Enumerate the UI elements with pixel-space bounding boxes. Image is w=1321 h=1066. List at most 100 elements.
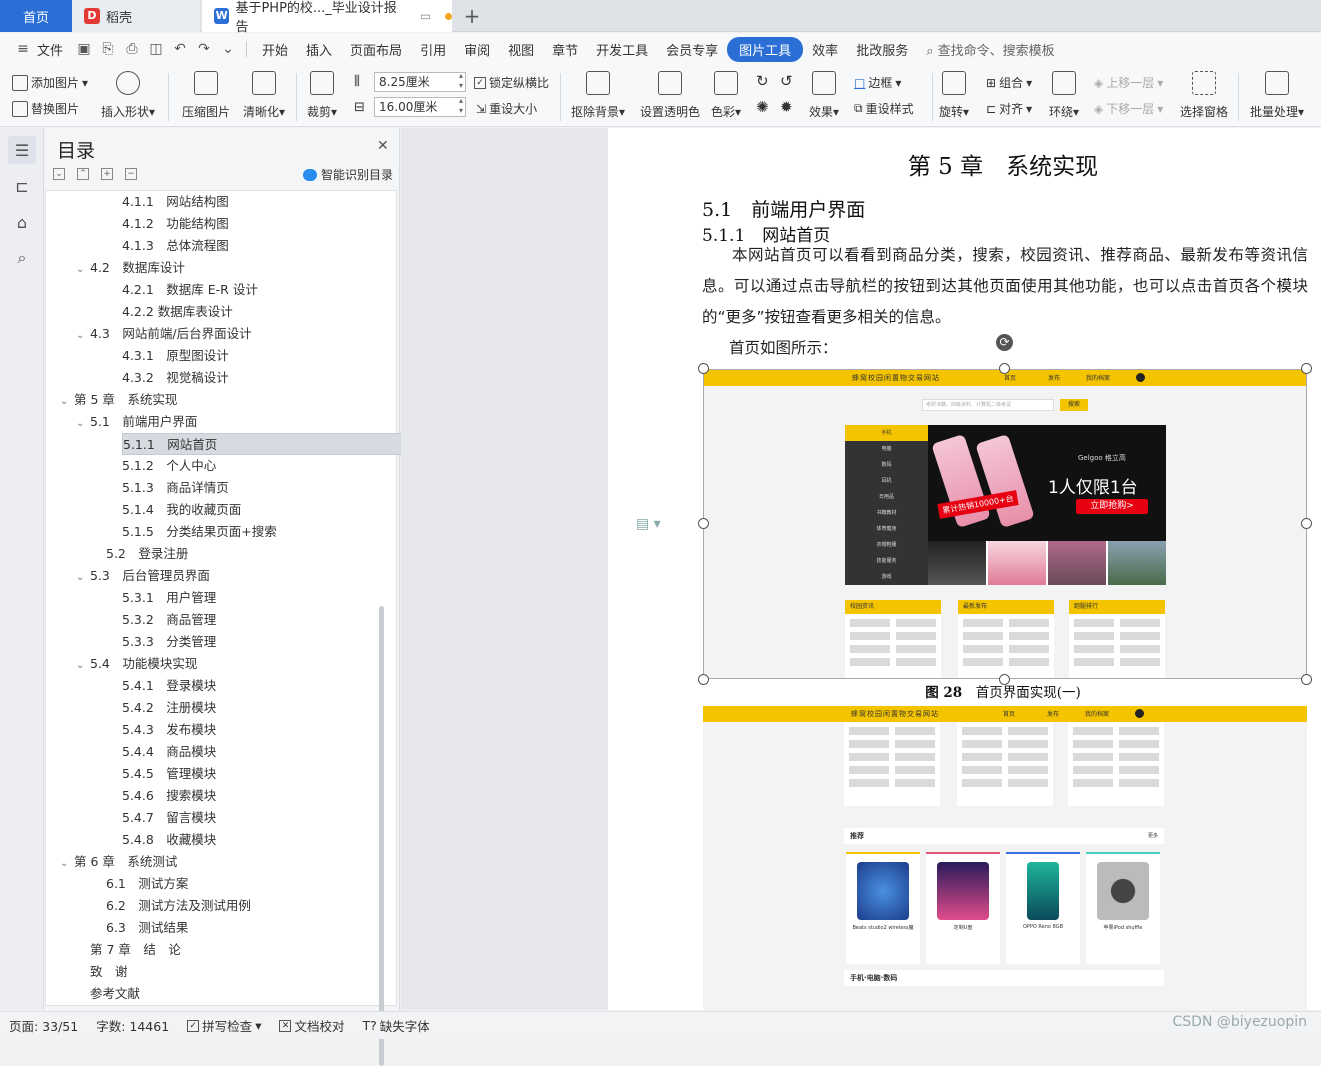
menu-review[interactable]: 审阅 [455,40,499,59]
effect-button[interactable]: 效果▾ [804,69,844,120]
close-icon[interactable]: ✕ [377,138,389,154]
command-search[interactable]: ⌕ 查找命令、搜索模板 [917,40,1063,59]
menu-start[interactable]: 开始 [253,40,297,59]
print-icon[interactable]: ⎙ [123,40,141,58]
toc-scrollbar[interactable] [379,606,384,1066]
bookmark-icon[interactable]: ⌂ [8,208,36,236]
toc-item[interactable]: 5.1.3 商品详情页 [122,477,229,499]
toc-item[interactable]: 5.4.2 注册模块 [122,697,216,719]
toc-item[interactable]: ⌄ 5.1 前端用户界面 [76,411,197,433]
toc-item[interactable]: ⌄ 4.3 网站前端/后台界面设计 [76,323,252,345]
menu-reference[interactable]: 引用 [411,40,455,59]
height-field[interactable]: 16.00厘米 [374,96,466,117]
hamburger-icon[interactable]: ≡ [14,40,32,58]
page-indicator[interactable]: 页面: 33/51 [0,1016,87,1035]
find-icon[interactable]: ⌕ [8,244,36,272]
new-tab-button[interactable]: + [460,0,484,32]
group-button[interactable]: ⊞ 组合 ▾ [986,74,1032,91]
tab-document[interactable]: W 基于PHP的校..._毕业设计报告 ▭ [202,0,452,35]
proofread-button[interactable]: ✕ 文档校对 [270,1016,353,1035]
toc-item[interactable]: 5.4.5 管理模块 [122,763,216,785]
redo-icon[interactable]: ↷ [195,40,213,58]
toc-item[interactable]: 4.1.2 功能结构图 [122,213,229,235]
rotate-button[interactable]: 旋转▾ [932,69,976,120]
remove-heading-icon[interactable]: − [125,168,137,180]
more-dropdown-icon[interactable]: ⌄ [219,40,237,58]
lock-ratio-checkbox[interactable]: ✓ 锁定纵横比 [474,74,549,91]
wrap-button[interactable]: 环绕▾ [1042,69,1086,120]
align-button[interactable]: ⊏ 对齐 ▾ [986,100,1032,117]
undo-icon[interactable]: ↶ [171,40,189,58]
menu-layout[interactable]: 页面布局 [341,40,411,59]
insert-shape-button[interactable]: 插入形状▾ [98,69,158,120]
monitor-icon[interactable]: ▭ [420,9,431,23]
toc-item[interactable]: 参考文献 [90,983,140,1005]
toc-item[interactable]: 4.3.2 视觉稿设计 [122,367,229,389]
tab-docer[interactable]: D 稻壳 [72,0,200,32]
toc-item[interactable]: ⌄ 第 6 章 系统测试 [60,851,177,873]
toc-item[interactable]: 5.3.1 用户管理 [122,587,216,609]
rotate-handle-icon[interactable]: ⟳ [996,334,1013,351]
send-backward-button[interactable]: ◈ 下移一层 ▾ [1094,100,1163,117]
border-button[interactable]: □ 边框 ▾ [854,74,901,91]
add-heading-icon[interactable]: + [101,168,113,180]
toc-item[interactable]: 5.1.1 网站首页 [122,433,414,455]
bring-forward-button[interactable]: ◈ 上移一层 ▾ [1094,74,1163,91]
remove-background-button[interactable]: 抠除背景▾ [568,69,628,120]
crop-button[interactable]: 裁剪▾ [296,69,348,120]
export-icon[interactable]: ⎘ [99,40,117,58]
toc-item[interactable]: ⌄ 5.4 功能模块实现 [76,653,197,675]
toc-item[interactable]: 4.2.1 数据库 E-R 设计 [122,279,258,301]
missing-font-button[interactable]: T? 缺失字体 [353,1016,438,1035]
expand-toggle-icon[interactable]: ⌄ [60,391,74,413]
toc-item[interactable]: 5.3.2 商品管理 [122,609,216,631]
batch-button[interactable]: 批量处理▾ [1246,69,1308,120]
width-field[interactable]: 8.25厘米 [374,71,466,92]
menu-correction[interactable]: 批改服务 [847,40,917,59]
add-image-button[interactable]: 添加图片 ▾ [12,74,88,91]
toc-item[interactable]: 5.1.4 我的收藏页面 [122,499,241,521]
expand-toggle-icon[interactable]: ⌄ [76,259,90,281]
reset-size-button[interactable]: ⇲ 重设大小 [476,100,537,117]
toc-item[interactable]: 5.4.3 发布模块 [122,719,216,741]
toc-item[interactable]: 6.3 测试结果 [106,917,188,939]
expand-toggle-icon[interactable]: ⌄ [76,655,90,677]
restyle-button[interactable]: ⧉ 重设样式 [854,100,914,117]
toc-item[interactable]: ⌄ 4.2 数据库设计 [76,257,185,279]
compress-button[interactable]: 压缩图片 [176,69,236,120]
menu-view[interactable]: 视图 [499,40,543,59]
toc-item[interactable]: 5.4.1 登录模块 [122,675,216,697]
expand-toggle-icon[interactable]: ⌄ [76,567,90,589]
resize-handle[interactable] [999,363,1010,374]
toc-item[interactable]: 6.2 测试方法及测试用例 [106,895,251,917]
menu-chapter[interactable]: 章节 [543,40,587,59]
expand-toggle-icon[interactable]: ⌄ [76,325,90,347]
save-icon[interactable]: ▣ [75,40,93,58]
set-transparent-button[interactable]: 设置透明色 [638,69,702,120]
resize-handle[interactable] [698,518,709,529]
expand-toggle-icon[interactable]: ⌄ [76,413,90,435]
toc-item[interactable]: 4.2.2 数据库表设计 [122,301,233,323]
toc-item[interactable]: 4.1.3 总体流程图 [122,235,229,257]
toc-item[interactable]: 致 谢 [90,961,128,983]
collapse-all-icon[interactable]: ⌄ [53,168,65,180]
color-button[interactable]: 色彩▾ [706,69,746,120]
sharpen-button[interactable]: 清晰化▾ [234,69,294,120]
paragraph-menu-icon[interactable]: ▤ ▾ [636,516,661,532]
toc-item[interactable]: 5.2 登录注册 [106,543,188,565]
homepage-screenshot-image[interactable]: 蜂窝校园闲置物交易网站 首页 发布 我的档案 考研书籍、四级资料、计算机二级考试… [703,369,1307,679]
toc-item[interactable]: 5.4.4 商品模块 [122,741,216,763]
brightness-up-icon[interactable]: ✺ [756,98,769,116]
expand-up-icon[interactable]: ⌃ [77,168,89,180]
homepage-screenshot-image-2[interactable]: 蜂窝校园闲置物交易网站 首页 发布 我的档案 推荐 更多 Beats studio… [703,706,1307,1010]
toc-item[interactable]: 5.4.7 留言模块 [122,807,216,829]
toc-item[interactable]: 4.3.1 原型图设计 [122,345,229,367]
toc-item[interactable]: 6.1 测试方案 [106,873,188,895]
toc-item[interactable]: 5.1.2 个人中心 [122,455,216,477]
toc-icon[interactable]: ☰ [8,136,36,164]
toc-item[interactable]: 5.1.5 分类结果页面+搜索 [122,521,277,543]
smart-toc-button[interactable]: 智能识别目录 [303,166,393,183]
toc-item[interactable]: 第 7 章 结 论 [90,939,181,961]
menu-picture-tools[interactable]: 图片工具 [727,36,804,62]
chapter-icon[interactable]: ⊏ [8,172,36,200]
